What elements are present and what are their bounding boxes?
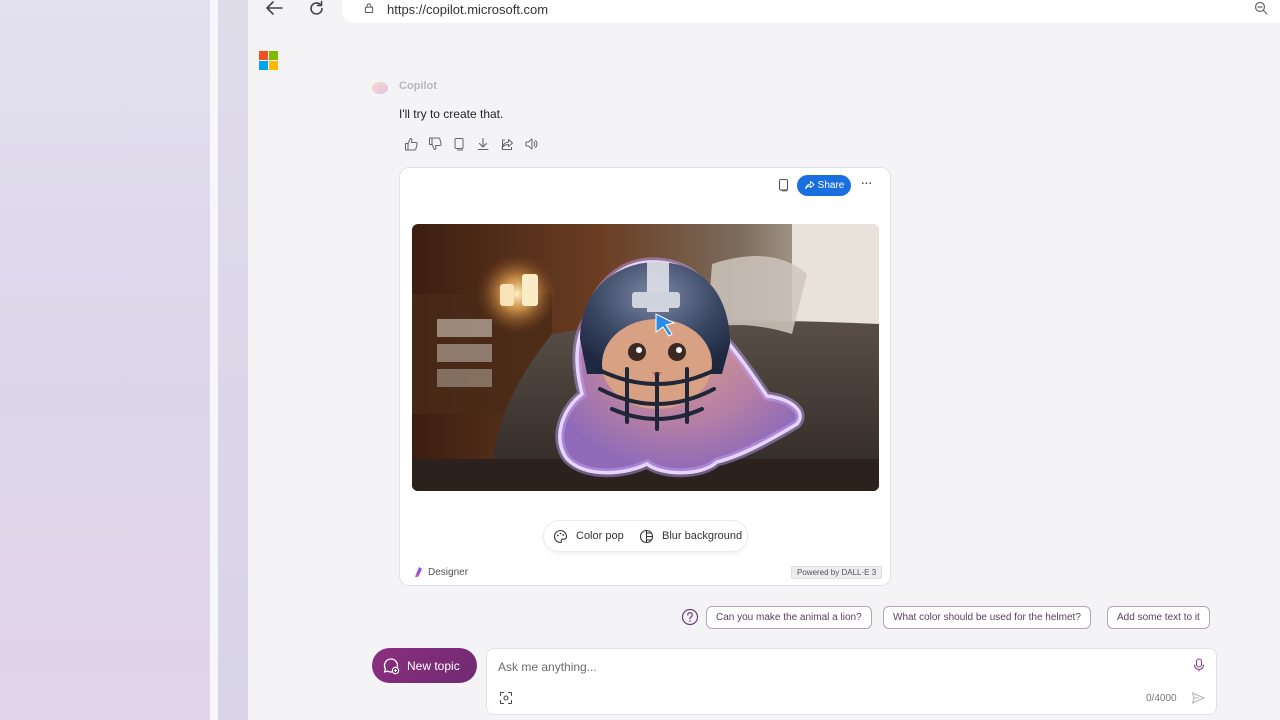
lock-icon [364, 3, 374, 13]
url-text: https://copilot.microsoft.com [387, 2, 549, 17]
suggestion-chip[interactable]: Add some text to it [1107, 606, 1210, 629]
suggestion-chip[interactable]: Can you make the animal a lion? [706, 606, 872, 629]
address-bar[interactable]: https://copilot.microsoft.com [342, 0, 1280, 23]
color-pop-label: Color pop [576, 530, 624, 542]
blur-background-button[interactable]: Blur background [639, 521, 742, 551]
new-topic-icon [383, 657, 400, 674]
blur-background-label: Blur background [662, 530, 743, 542]
microsoft-logo[interactable] [259, 51, 278, 70]
reload-icon[interactable] [304, 0, 328, 20]
browser-toolbar: https://copilot.microsoft.com [248, 0, 1280, 24]
thumbs-down-icon[interactable] [428, 137, 442, 151]
desktop-gap [218, 0, 248, 720]
assistant-name: Copilot [399, 80, 437, 92]
microphone-icon[interactable] [1192, 658, 1206, 672]
new-topic-button[interactable]: New topic [372, 648, 477, 683]
designer-label: Designer [428, 566, 469, 578]
download-icon[interactable] [476, 137, 490, 151]
color-pop-button[interactable]: Color pop [553, 521, 624, 551]
designer-logo-icon [415, 567, 422, 577]
back-arrow-icon[interactable] [262, 0, 286, 20]
suggestion-chip[interactable]: What color should be used for the helmet… [883, 606, 1091, 629]
zoom-icon[interactable] [1254, 1, 1268, 15]
copy-icon[interactable] [452, 137, 466, 151]
more-options-button[interactable]: ··· [858, 175, 874, 192]
chat-input[interactable] [498, 658, 1148, 676]
assistant-message: I'll try to create that. [399, 107, 504, 121]
window-edge [210, 0, 218, 720]
character-counter: 0/4000 [1146, 693, 1177, 704]
share-icon[interactable] [500, 137, 514, 151]
image-effects: Color pop Blur background [544, 521, 747, 551]
blur-icon [639, 529, 654, 543]
generated-image[interactable] [412, 224, 879, 491]
chat-composer: 0/4000 [486, 648, 1217, 715]
image-scan-icon[interactable] [499, 691, 513, 705]
palette-icon [553, 529, 568, 543]
send-icon[interactable] [1191, 691, 1205, 705]
new-topic-label: New topic [407, 658, 460, 673]
browser-window: https://copilot.microsoft.com Copilot I'… [248, 0, 1280, 720]
copilot-avatar-icon [372, 82, 388, 94]
help-icon[interactable] [681, 608, 699, 626]
share-icon [804, 181, 815, 190]
desktop-background [0, 0, 210, 720]
share-label: Share [817, 180, 845, 191]
image-card: Share ··· Color pop Blur background Desi… [399, 167, 891, 586]
copy-image-icon[interactable] [777, 178, 790, 192]
speaker-icon[interactable] [524, 137, 538, 151]
cat-helmet-image [412, 224, 879, 491]
designer-link[interactable]: Designer [413, 564, 468, 580]
share-button[interactable]: Share [797, 175, 851, 196]
thumbs-up-icon[interactable] [404, 137, 418, 151]
powered-by-badge: Powered by DALL·E 3 [791, 566, 883, 579]
